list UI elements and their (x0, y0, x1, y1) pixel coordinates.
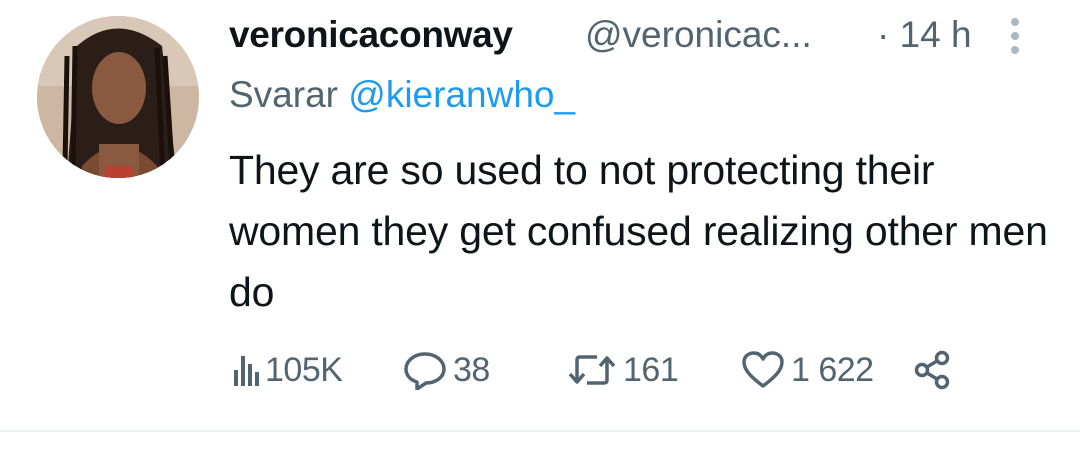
like-icon (742, 351, 784, 388)
like-button[interactable]: 1 622 (741, 345, 874, 395)
tweet-text: They are so used to not protecting their… (229, 147, 1048, 315)
user-handle[interactable]: @veronicac... (585, 14, 812, 56)
tweet[interactable]: veronicaconway @veronicac... · 14 h Svar… (0, 0, 1080, 432)
reply-count: 38 (453, 350, 490, 389)
like-count: 1 622 (791, 350, 874, 389)
display-name[interactable]: veronicaconway (229, 14, 513, 56)
more-icon[interactable] (1005, 16, 1025, 56)
views-icon (234, 356, 259, 386)
views-count: 105K (265, 350, 343, 389)
retweet-icon (568, 355, 616, 385)
share-icon (914, 350, 950, 390)
reply-to-link[interactable]: @kieranwho_ (348, 74, 575, 115)
retweet-count: 161 (623, 350, 679, 389)
views-button[interactable]: 105K (233, 345, 343, 395)
reply-prefix: Svarar (229, 74, 349, 115)
divider (0, 430, 1080, 432)
action-bar: 105K 38 161 1 622 (233, 345, 973, 395)
tweet-header: veronicaconway @veronicac... · 14 h (229, 10, 1049, 58)
share-button[interactable] (913, 345, 953, 395)
timestamp[interactable]: · 14 h (877, 14, 972, 56)
retweet-button[interactable]: 161 (567, 345, 679, 395)
reply-button[interactable]: 38 (403, 345, 490, 395)
reply-context: Svarar @kieranwho_ (229, 74, 575, 116)
reply-icon (404, 352, 446, 390)
avatar[interactable] (37, 16, 199, 178)
